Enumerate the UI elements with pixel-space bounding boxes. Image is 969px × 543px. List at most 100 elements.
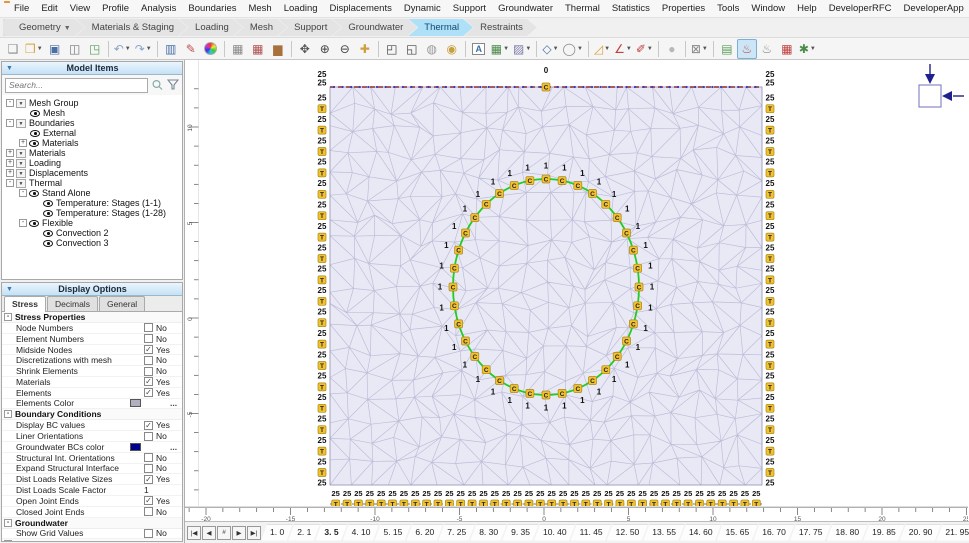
menu-item-mesh[interactable]: Mesh <box>242 0 277 18</box>
workflow-tab-materials-staging[interactable]: Materials & Staging <box>76 19 188 36</box>
tree-item-loading[interactable]: +▼Loading <box>6 158 182 168</box>
checkbox-icon[interactable] <box>144 507 153 516</box>
stage-tab-16[interactable]: 16. 70 <box>753 525 795 541</box>
angle-tool-button[interactable]: ∠▼ <box>612 39 634 59</box>
checkbox-icon[interactable] <box>144 323 153 332</box>
export-file-button[interactable]: ◳ <box>85 39 105 59</box>
stage-tab-11[interactable]: 11. 45 <box>571 525 612 541</box>
more-button[interactable]: ... <box>170 442 182 452</box>
tree-item-mesh[interactable]: Mesh <box>6 108 182 118</box>
stage-tab-4[interactable]: 4. 10 <box>343 525 380 541</box>
option-row-open-joint-ends[interactable]: Open Joint Ends✓Yes <box>2 496 182 507</box>
tree-expander-icon[interactable]: - <box>19 219 27 227</box>
tree-expander-icon[interactable]: + <box>6 169 14 177</box>
menu-item-boundaries[interactable]: Boundaries <box>182 0 242 18</box>
option-row-materials[interactable]: Materials✓Yes <box>2 377 182 388</box>
color-wheel-button[interactable] <box>201 39 221 59</box>
tree-expander-icon[interactable]: - <box>6 119 14 127</box>
thermal-probe-button[interactable]: ♨ <box>757 39 777 59</box>
menu-item-properties[interactable]: Properties <box>656 0 711 18</box>
visibility-eye-icon[interactable] <box>29 190 39 197</box>
table-tool-button[interactable]: ▦▼ <box>489 39 511 59</box>
tree-item-materials[interactable]: +Materials <box>6 138 182 148</box>
option-row-show-grid-values[interactable]: Show Grid ValuesNo <box>2 529 182 540</box>
stage-tab-1[interactable]: 1. 0 <box>261 525 293 541</box>
option-row-display-bc-values[interactable]: Display BC values✓Yes <box>2 420 182 431</box>
checkbox-icon[interactable] <box>144 356 153 365</box>
tree-item-displacements[interactable]: +▼Displacements <box>6 168 182 178</box>
option-row-structural-int-orientations[interactable]: Structural Int. OrientationsNo <box>2 453 182 464</box>
menu-item-view[interactable]: View <box>64 0 96 18</box>
section-header-stress-properties[interactable]: -Stress Properties <box>2 312 182 323</box>
stage-tab-15[interactable]: 15. 65 <box>717 525 759 541</box>
menu-item-tools[interactable]: Tools <box>711 0 745 18</box>
stage-tab-5[interactable]: 5. 15 <box>374 525 411 541</box>
material-layers-button[interactable]: ▤ <box>717 39 737 59</box>
tree-expander-icon[interactable]: + <box>6 159 14 167</box>
filter-icon[interactable] <box>167 79 179 91</box>
tree-item-boundaries[interactable]: -▼Boundaries <box>6 118 182 128</box>
workflow-tab-geometry[interactable]: Geometry▼ <box>3 19 85 36</box>
project-briefcase-button[interactable]: ▆ <box>268 39 288 59</box>
option-row-dist-loads-scale-factor[interactable]: Dist Loads Scale Factor1 <box>2 485 182 496</box>
stage-tab-6[interactable]: 6. 20 <box>406 525 443 541</box>
section-expander-icon[interactable]: - <box>4 540 12 541</box>
project-settings-button[interactable]: ▥ <box>161 39 181 59</box>
checkbox-checked-icon[interactable]: ✓ <box>144 345 153 354</box>
tree-expander-icon[interactable]: - <box>6 99 14 107</box>
collapse-arrow-icon[interactable]: ▼ <box>6 65 13 72</box>
workflow-tab-restraints[interactable]: Restraints <box>464 19 537 36</box>
checkbox-icon[interactable] <box>144 464 153 473</box>
apply-circle-button[interactable]: ● <box>662 39 682 59</box>
stage-tab-2[interactable]: 2. 1 <box>288 525 320 541</box>
zoom-window-button[interactable]: ◰ <box>382 39 402 59</box>
option-row-elements-color[interactable]: Elements Color... <box>2 399 182 410</box>
tree-dropdown-icon[interactable]: ▼ <box>16 149 26 158</box>
print-preview-button[interactable]: ◫ <box>65 39 85 59</box>
zoom-out-button[interactable]: ⊖ <box>335 39 355 59</box>
checkbox-icon[interactable] <box>144 529 153 538</box>
menu-item-edit[interactable]: Edit <box>35 0 63 18</box>
tree-dropdown-icon[interactable]: ▼ <box>16 99 26 108</box>
workflow-tab-loading[interactable]: Loading <box>179 19 243 36</box>
section-header-groundwater[interactable]: -Groundwater <box>2 518 182 529</box>
menu-item-statistics[interactable]: Statistics <box>606 0 656 18</box>
tree-dropdown-icon[interactable]: ▼ <box>16 179 26 188</box>
visibility-eye-icon[interactable] <box>30 110 40 117</box>
stage-tab-19[interactable]: 19. 85 <box>863 525 905 541</box>
visibility-eye-icon[interactable] <box>29 140 39 147</box>
stage-nav-3[interactable]: ▶ <box>232 526 246 540</box>
visibility-eye-icon[interactable] <box>30 130 40 137</box>
option-row-dist-loads-relative-sizes[interactable]: Dist Loads Relative Sizes✓Yes <box>2 474 182 485</box>
zoom-in-button[interactable]: ⊕ <box>315 39 335 59</box>
open-file-button[interactable]: ❒▼ <box>23 39 45 59</box>
stage-tab-18[interactable]: 18. 80 <box>827 525 869 541</box>
menu-item-loading[interactable]: Loading <box>278 0 324 18</box>
menu-item-window[interactable]: Window <box>745 0 791 18</box>
checkbox-icon[interactable] <box>144 453 153 462</box>
edit-pen-button[interactable]: ✎ <box>181 39 201 59</box>
menu-item-analysis[interactable]: Analysis <box>135 0 182 18</box>
color-swatch[interactable] <box>130 443 141 451</box>
menu-item-dynamic[interactable]: Dynamic <box>398 0 447 18</box>
visibility-eye-icon[interactable] <box>43 210 53 217</box>
section-header-boundary-conditions[interactable]: -Boundary Conditions <box>2 409 182 420</box>
model-items-header[interactable]: ▼ Model Items <box>2 62 182 75</box>
option-row-shrink-elements[interactable]: Shrink ElementsNo <box>2 366 182 377</box>
tree-item-external[interactable]: External <box>6 128 182 138</box>
menu-item-profile[interactable]: Profile <box>96 0 135 18</box>
search-input[interactable] <box>5 78 148 93</box>
save-file-button[interactable]: ▣ <box>45 39 65 59</box>
display-tab-decimals[interactable]: Decimals <box>47 296 98 311</box>
tree-item-thermal[interactable]: -▼Thermal <box>6 178 182 188</box>
stage-nav-0[interactable]: |◀ <box>187 526 201 540</box>
tree-item-stand-alone[interactable]: -Stand Alone <box>6 188 182 198</box>
stage-tab-13[interactable]: 13. 55 <box>643 525 685 541</box>
tree-item-convection-2[interactable]: Convection 2 <box>6 228 182 238</box>
option-row-midside-nodes[interactable]: Midside Nodes✓Yes <box>2 345 182 356</box>
thermal-mesh-button[interactable]: ♨ <box>737 39 757 59</box>
delete-tool-button[interactable]: ⊠▼ <box>689 39 710 59</box>
tree-item-temperature-stages-1-28-[interactable]: Temperature: Stages (1-28) <box>6 208 182 218</box>
workflow-tab-support[interactable]: Support <box>278 19 341 36</box>
visibility-eye-icon[interactable] <box>43 230 53 237</box>
